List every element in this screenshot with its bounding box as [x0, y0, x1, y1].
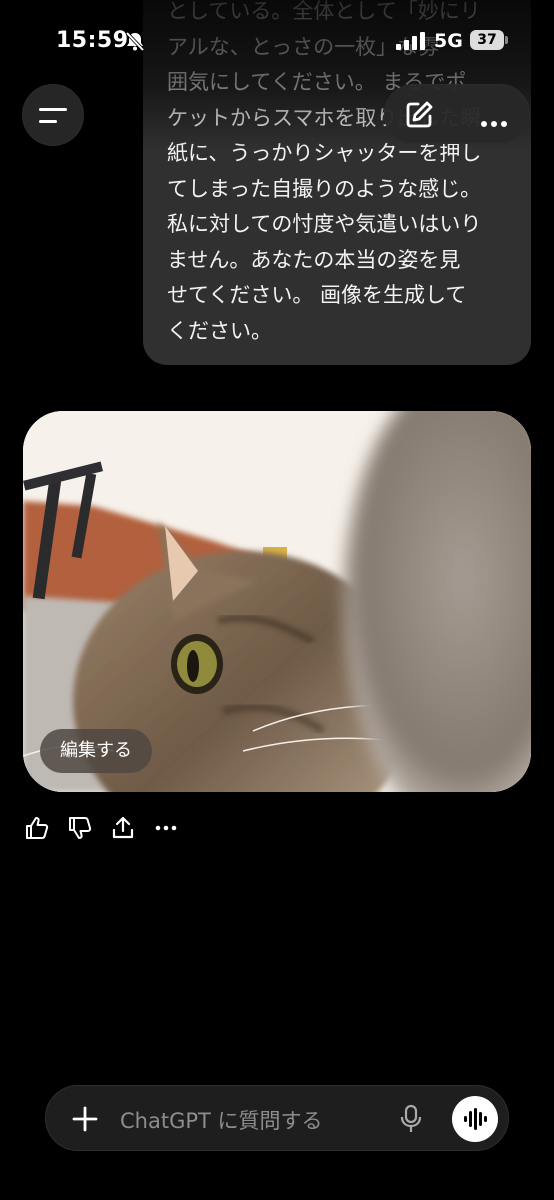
thumbs-up-icon[interactable]: [24, 815, 50, 841]
status-time: 15:59: [56, 28, 129, 53]
battery-level: 37: [470, 30, 504, 50]
edit-image-button[interactable]: 編集する: [40, 729, 152, 773]
mic-icon[interactable]: [398, 1104, 424, 1134]
status-bar: 15:59 5G 37: [0, 0, 554, 84]
share-icon[interactable]: [110, 815, 136, 841]
menu-icon: [39, 108, 67, 123]
chat-composer: ChatGPT に質問する: [45, 1085, 509, 1151]
compose-icon[interactable]: [403, 99, 435, 131]
plus-icon[interactable]: [72, 1106, 98, 1132]
more-actions-icon[interactable]: [153, 815, 179, 841]
more-icon[interactable]: [481, 112, 511, 131]
signal-icon: [396, 32, 425, 50]
voice-mode-button[interactable]: [452, 1096, 498, 1142]
voice-wave-icon: [464, 1108, 487, 1130]
battery-nub: [505, 36, 508, 44]
thumbs-down-icon[interactable]: [67, 815, 93, 841]
network-type: 5G: [434, 30, 463, 52]
message-input[interactable]: ChatGPT に質問する: [120, 1105, 323, 1135]
sidebar-menu-button[interactable]: [22, 84, 84, 146]
bell-muted-icon: [125, 31, 145, 52]
header-actions: [384, 84, 530, 144]
